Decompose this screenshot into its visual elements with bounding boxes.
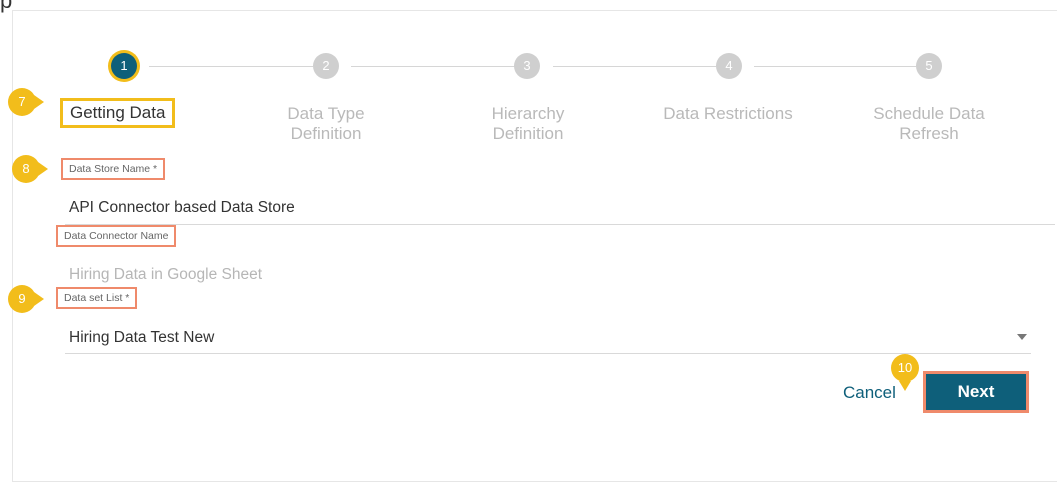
step-2-label-line2: Definition (290, 124, 362, 143)
step-2-label[interactable]: Data Type Definition (263, 104, 389, 144)
step-2-label-line1: Data Type (287, 104, 365, 123)
callout-badge-7: 7 (8, 88, 44, 116)
wizard-card: 1 2 3 4 5 Getting Data Data Type Definit… (12, 10, 1057, 482)
step-3-label[interactable]: Hierarchy Definition (465, 104, 591, 144)
step-5-label[interactable]: Schedule Data Refresh (849, 104, 1009, 144)
callout-badge-10: 10 (891, 354, 919, 391)
next-button[interactable]: Next (923, 371, 1029, 413)
step-connector (351, 66, 515, 67)
step-connector (553, 66, 716, 67)
data-connector-name-field: Hiring Data in Google Sheet (69, 266, 263, 283)
cancel-button[interactable]: Cancel (843, 383, 896, 403)
header-fragment: p (0, 0, 13, 13)
data-store-name-field[interactable]: API Connector based Data Store (69, 199, 295, 217)
chevron-down-icon[interactable] (1017, 334, 1027, 340)
step-connector (149, 66, 313, 67)
step-1-indicator[interactable]: 1 (111, 53, 137, 79)
data-set-list-underline (65, 353, 1031, 354)
step-5-indicator[interactable]: 5 (916, 53, 942, 79)
step-3-indicator[interactable]: 3 (514, 53, 540, 79)
step-connector (754, 66, 916, 67)
step-1-label[interactable]: Getting Data (60, 98, 176, 128)
callout-badge-8: 8 (12, 155, 48, 183)
data-connector-name-label: Data Connector Name (56, 225, 177, 247)
step-2-indicator[interactable]: 2 (313, 53, 339, 79)
callout-badge-9: 9 (8, 285, 44, 313)
data-set-list-select[interactable]: Hiring Data Test New (69, 329, 214, 347)
step-3-label-line2: Definition (492, 124, 564, 143)
data-store-name-underline (65, 224, 1055, 225)
data-set-list-label: Data set List * (56, 287, 138, 309)
step-4-label[interactable]: Data Restrictions (643, 104, 813, 124)
data-store-name-label: Data Store Name * (61, 158, 166, 180)
step-3-label-line1: Hierarchy (491, 104, 565, 123)
step-5-label-line2: Refresh (899, 124, 959, 143)
step-4-indicator[interactable]: 4 (716, 53, 742, 79)
step-5-label-line1: Schedule Data (873, 104, 985, 123)
